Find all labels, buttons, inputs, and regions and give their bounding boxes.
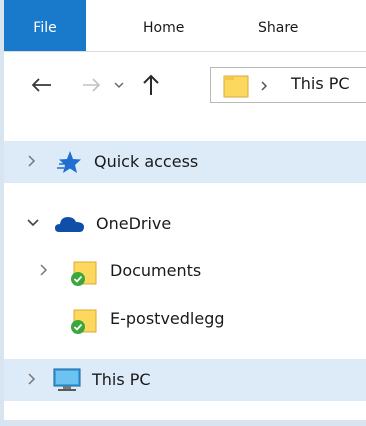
folder-synced-icon [71, 261, 97, 286]
address-path: This PC [291, 74, 350, 93]
tree-item-label: OneDrive [96, 214, 172, 233]
tree-item-label: This PC [92, 370, 151, 389]
chevron-down-icon [114, 82, 124, 89]
cloud-icon [55, 217, 84, 232]
address-bar[interactable]: This PC [210, 67, 366, 103]
tab-share[interactable]: Share [258, 0, 298, 51]
forward-button[interactable] [81, 72, 103, 98]
tree-item-quick-access[interactable]: Quick access [4, 141, 366, 183]
ribbon-tab-bar: File Home Share [0, 0, 366, 52]
tab-home[interactable]: Home [143, 0, 184, 51]
tab-file[interactable]: File [4, 0, 86, 51]
back-arrow-icon [31, 78, 51, 92]
chevron-down-icon[interactable] [26, 215, 40, 231]
folder-icon [223, 75, 249, 98]
tree-item-label: E-postvedlegg [110, 309, 225, 328]
computer-icon [53, 368, 81, 391]
tree-item-documents[interactable]: Documents [4, 250, 366, 292]
chevron-right-icon[interactable] [26, 153, 38, 169]
tree-item-e-postvedlegg[interactable]: E-postvedlegg [4, 298, 366, 340]
tree-item-onedrive[interactable]: OneDrive [4, 203, 366, 245]
folder-synced-icon [71, 309, 97, 334]
tree-item-label: Quick access [94, 152, 199, 171]
chevron-right-icon[interactable] [38, 262, 50, 278]
back-button[interactable] [28, 72, 54, 98]
forward-arrow-icon [83, 78, 101, 92]
navigation-bar: This PC [0, 52, 366, 112]
star-icon [57, 151, 81, 173]
up-button[interactable] [138, 72, 164, 98]
recent-locations-button[interactable] [112, 72, 126, 98]
tree-item-this-pc[interactable]: This PC [4, 359, 366, 401]
chevron-right-icon[interactable] [26, 371, 38, 387]
chevron-right-icon[interactable] [259, 80, 269, 92]
up-arrow-icon [143, 74, 159, 95]
tree-item-label: Documents [110, 261, 202, 280]
